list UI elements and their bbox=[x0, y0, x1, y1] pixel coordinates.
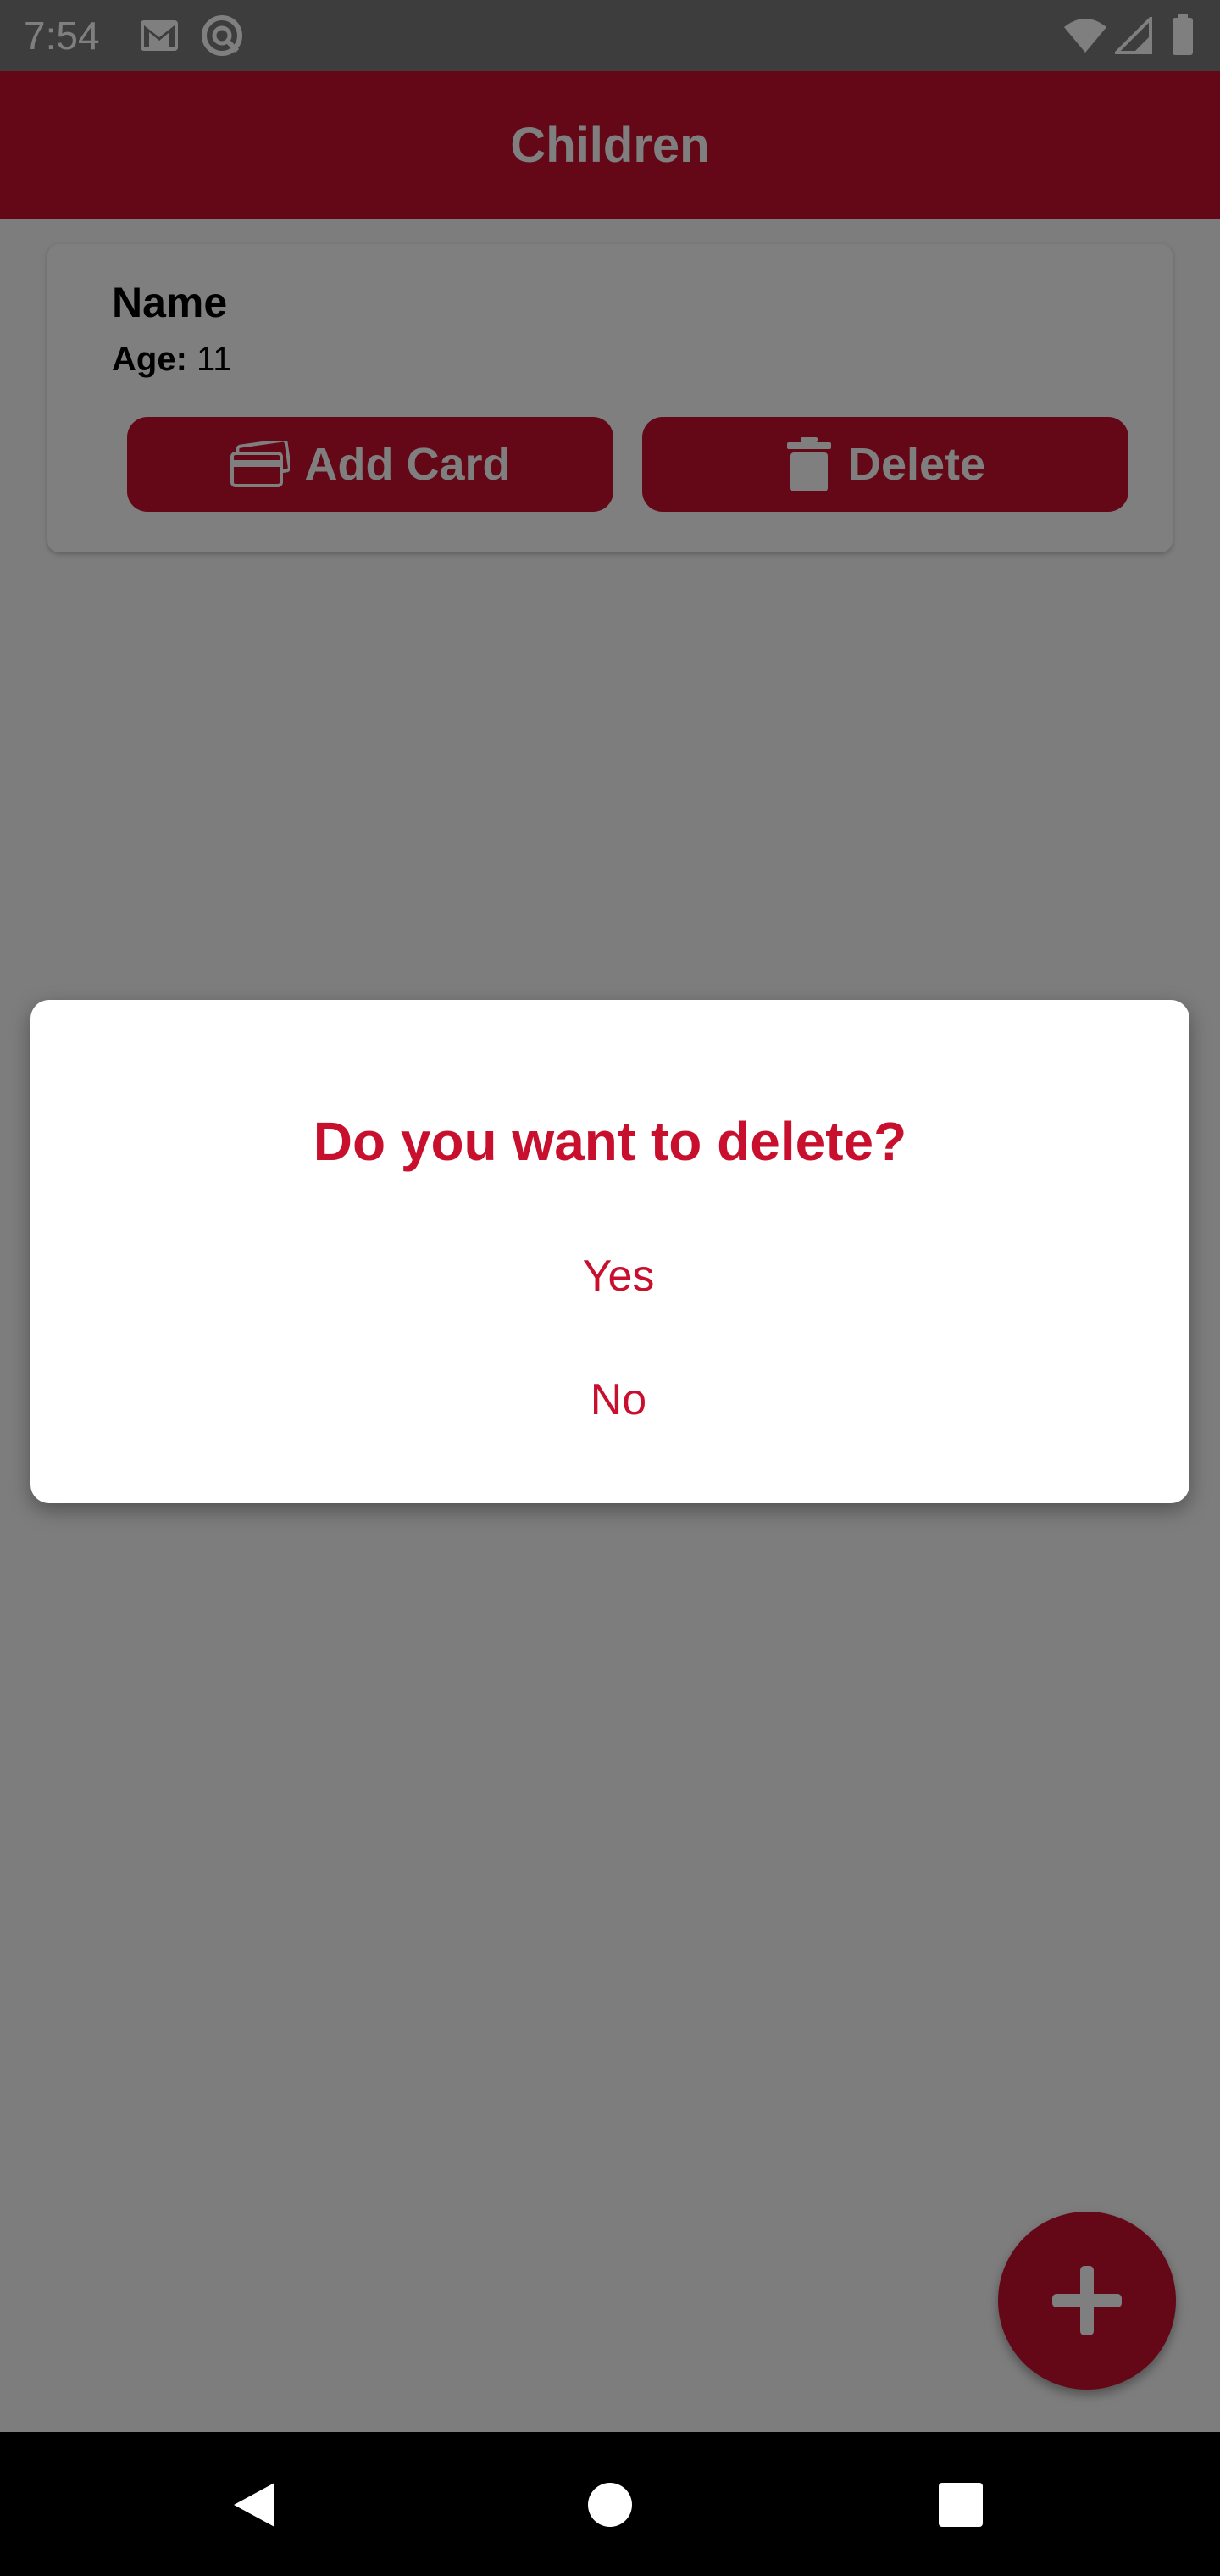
yes-button[interactable]: Yes bbox=[491, 1234, 746, 1319]
no-button[interactable]: No bbox=[491, 1357, 746, 1442]
recents-icon[interactable] bbox=[937, 2481, 984, 2533]
screen: 7:54 bbox=[0, 0, 1220, 2576]
home-icon[interactable] bbox=[586, 2481, 634, 2533]
navigation-bar bbox=[0, 2432, 1220, 2576]
back-icon[interactable] bbox=[230, 2479, 278, 2534]
dialog-title: Do you want to delete? bbox=[313, 1111, 907, 1172]
delete-confirm-dialog: Do you want to delete? Yes No bbox=[30, 1000, 1190, 1503]
